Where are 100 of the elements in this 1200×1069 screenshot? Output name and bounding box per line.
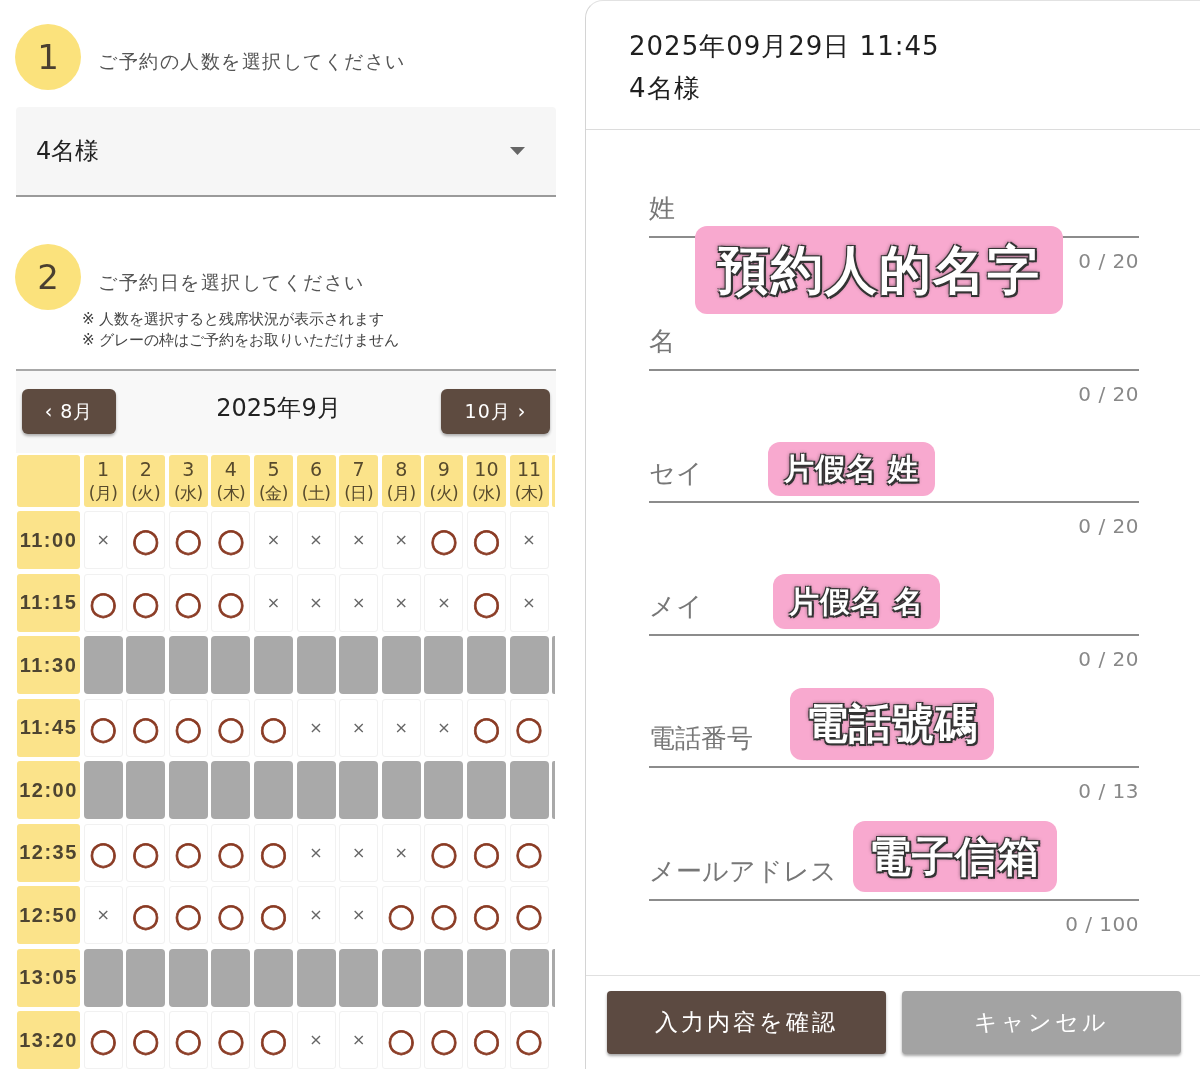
availability-cell[interactable]: ○	[509, 698, 549, 757]
unavailable-cell	[168, 948, 208, 1007]
weekday-label: (月)	[386, 481, 416, 505]
availability-cell[interactable]: ×	[509, 511, 549, 569]
availability-cell[interactable]: ○	[424, 886, 464, 944]
unavailable-cell	[339, 761, 379, 819]
availability-cell[interactable]: ○	[424, 823, 464, 882]
availability-cell[interactable]: ×	[253, 511, 293, 569]
cut-off-cell	[552, 761, 556, 819]
availability-cell[interactable]: ○	[126, 823, 166, 882]
text-field[interactable]: メールアドレス	[649, 828, 849, 887]
time-slot-label: 12:00	[17, 761, 80, 819]
availability-cell[interactable]: ○	[253, 886, 293, 944]
availability-cell[interactable]: ○	[211, 823, 251, 882]
availability-cell[interactable]: ○	[83, 573, 123, 632]
corner-header-cell	[17, 454, 80, 507]
availability-cell[interactable]: ×	[339, 511, 379, 569]
availability-cell[interactable]: ○	[466, 573, 506, 632]
availability-cell[interactable]: ×	[509, 573, 549, 632]
availability-cell[interactable]: ×	[296, 698, 336, 757]
weekday-label: (火)	[429, 481, 459, 505]
availability-cell[interactable]: ×	[296, 886, 336, 944]
availability-cell[interactable]: ○	[211, 698, 251, 757]
availability-cell[interactable]: ○	[211, 886, 251, 944]
availability-cell[interactable]: ×	[83, 886, 123, 944]
availability-cell[interactable]: ×	[296, 573, 336, 632]
availability-cell[interactable]: ○	[509, 1011, 549, 1069]
availability-cell[interactable]: ○	[381, 1011, 421, 1069]
availability-cell[interactable]: ×	[253, 573, 293, 632]
availability-cell[interactable]: ○	[83, 823, 123, 882]
availability-cell[interactable]: ○	[424, 511, 464, 569]
availability-cell[interactable]: ○	[381, 886, 421, 944]
previous-month-button[interactable]: ‹ 8月	[22, 389, 116, 435]
availability-cell[interactable]: ○	[126, 511, 166, 569]
availability-cell[interactable]: ×	[296, 823, 336, 882]
availability-cell[interactable]: ○	[466, 511, 506, 569]
day-number: 9	[437, 456, 450, 481]
availability-cell[interactable]: ○	[466, 698, 506, 757]
reservation-datetime: 2025年09月29日 11:45	[629, 30, 941, 63]
availability-cell[interactable]: ○	[253, 1011, 293, 1069]
availability-cell[interactable]: ×	[381, 823, 421, 882]
availability-cell[interactable]: ○	[168, 511, 208, 569]
availability-cell[interactable]: ○	[126, 886, 166, 944]
unavailable-cell	[211, 636, 251, 694]
availability-cell[interactable]: ×	[339, 698, 379, 757]
availability-cell[interactable]: ○	[253, 698, 293, 757]
text-field[interactable]: メイ	[649, 563, 769, 622]
availability-cell[interactable]: ○	[211, 511, 251, 569]
annotation-label: 電子信箱	[853, 820, 1057, 892]
availability-cell[interactable]: ×	[339, 886, 379, 944]
availability-cell[interactable]: ○	[509, 886, 549, 944]
availability-cell[interactable]: ○	[126, 1011, 166, 1069]
availability-cell[interactable]: ○	[168, 1011, 208, 1069]
availability-cell[interactable]: ○	[126, 573, 166, 632]
confirm-button[interactable]: 入力内容を確認	[607, 991, 886, 1054]
weekday-label: (木)	[216, 481, 246, 505]
next-month-button[interactable]: 10月 ›	[441, 389, 550, 435]
time-slot-label: 11:00	[17, 511, 80, 569]
text-field[interactable]: セイ	[649, 431, 764, 490]
cut-off-cell	[552, 636, 556, 694]
availability-cell[interactable]: ○	[466, 1011, 506, 1069]
availability-cell[interactable]: ○	[253, 823, 293, 882]
unavailable-cell	[83, 948, 123, 1007]
day-number: 1	[97, 456, 110, 481]
availability-cell[interactable]: ○	[424, 1011, 464, 1069]
weekday-label: (火)	[131, 481, 161, 505]
unavailable-cell	[296, 948, 336, 1007]
unavailable-cell	[126, 761, 166, 819]
availability-cell[interactable]: ×	[339, 573, 379, 632]
availability-cell[interactable]: ×	[424, 573, 464, 632]
availability-cell[interactable]: ×	[83, 511, 123, 569]
unavailable-cell	[466, 761, 506, 819]
note-text: ※ グレーの枠はご予約をお取りいただけません	[82, 330, 401, 352]
availability-cell[interactable]: ×	[339, 1011, 379, 1069]
availability-cell[interactable]: ×	[381, 511, 421, 569]
availability-cell[interactable]: ○	[509, 823, 549, 882]
day-number: 5	[267, 456, 280, 481]
availability-cell[interactable]: ○	[168, 886, 208, 944]
availability-cell[interactable]: ×	[296, 1011, 336, 1069]
annotation-label: 電話號碼	[790, 688, 994, 761]
availability-cell[interactable]: ×	[339, 823, 379, 882]
availability-cell[interactable]: ○	[466, 823, 506, 882]
availability-cell[interactable]: ○	[211, 573, 251, 632]
availability-cell[interactable]: ○	[168, 698, 208, 757]
annotation-label: 預約人的名字	[695, 226, 1063, 314]
availability-cell[interactable]: ○	[211, 1011, 251, 1069]
availability-cell[interactable]: ○	[126, 698, 166, 757]
character-counter: 0 / 20	[1078, 248, 1139, 274]
availability-cell[interactable]: ○	[466, 886, 506, 944]
availability-cell[interactable]: ○	[83, 1011, 123, 1069]
party-size-select[interactable]: 4名様	[16, 107, 556, 198]
text-field[interactable]: 姓	[649, 166, 1139, 224]
availability-cell[interactable]: ×	[381, 573, 421, 632]
text-field[interactable]: 電話番号	[649, 696, 786, 755]
availability-cell[interactable]: ×	[381, 698, 421, 757]
availability-cell[interactable]: ○	[83, 698, 123, 757]
availability-cell[interactable]: ○	[168, 573, 208, 632]
availability-cell[interactable]: ○	[168, 823, 208, 882]
availability-cell[interactable]: ×	[424, 698, 464, 757]
availability-cell[interactable]: ×	[296, 511, 336, 569]
